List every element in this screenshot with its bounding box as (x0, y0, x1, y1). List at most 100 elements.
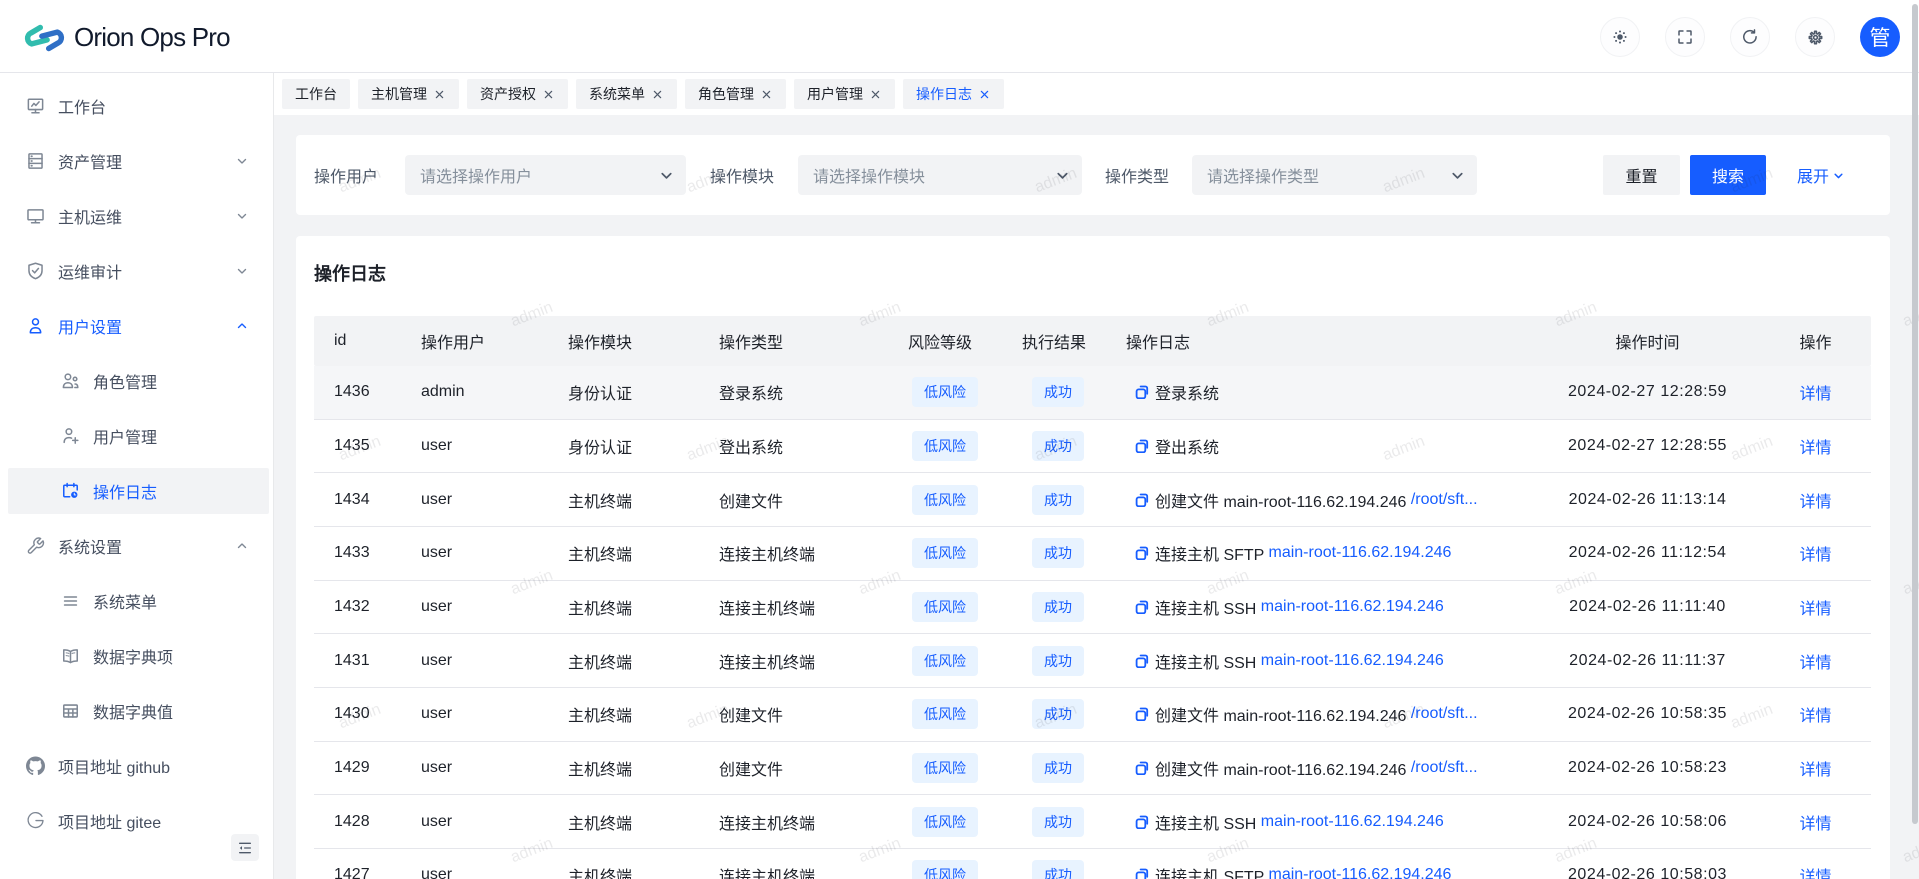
detail-link[interactable]: 详情 (1799, 762, 1831, 779)
tab-system-menu[interactable]: 系统菜单 (576, 79, 677, 109)
sidebar-item-system-menu[interactable]: 系统菜单 (8, 578, 269, 624)
detail-link[interactable]: 详情 (1799, 655, 1831, 672)
sidebar-item-host-ops[interactable]: 主机运维 (8, 193, 269, 239)
log-link[interactable]: /root/sft... (1411, 759, 1478, 777)
log-text: 登录系统 (1155, 380, 1219, 404)
copy-icon[interactable] (1135, 761, 1149, 775)
sidebar-item-system-settings[interactable]: 系统设置 (8, 523, 269, 569)
detail-link[interactable]: 详情 (1799, 494, 1831, 511)
github-icon (26, 757, 45, 776)
tab-operation-log[interactable]: 操作日志 (903, 79, 1004, 109)
close-icon[interactable] (650, 87, 664, 101)
table-row: 1428user主机终端连接主机终端低风险成功连接主机 SSH main-roo… (314, 795, 1871, 849)
cell-log: 创建文件 main-root-116.62.194.246 /root/sft.… (1106, 756, 1535, 780)
copy-icon[interactable] (1135, 546, 1149, 560)
sun-icon (1611, 28, 1629, 46)
cell-type: 创建文件 (699, 702, 888, 726)
settings-button[interactable] (1795, 17, 1835, 57)
cell-id: 1432 (314, 598, 401, 616)
tab-asset-auth[interactable]: 资产授权 (467, 79, 568, 109)
risk-badge: 低风险 (912, 485, 978, 515)
log-text: 连接主机 SFTP (1155, 541, 1269, 565)
tab-host-management[interactable]: 主机管理 (358, 79, 459, 109)
copy-icon[interactable] (1135, 654, 1149, 668)
cell-result: 成功 (1002, 646, 1106, 676)
log-link[interactable]: main-root-116.62.194.246 (1269, 544, 1452, 562)
close-icon[interactable] (759, 87, 773, 101)
theme-toggle-button[interactable] (1600, 17, 1640, 57)
sidebar-item-label: 运维审计 (58, 259, 122, 283)
close-icon[interactable] (868, 87, 882, 101)
tab-user-management[interactable]: 用户管理 (794, 79, 895, 109)
select-placeholder: 请选择操作用户 (420, 163, 532, 187)
search-button[interactable]: 搜索 (1690, 155, 1766, 195)
select-op-module[interactable]: 请选择操作模块 (798, 155, 1082, 195)
risk-badge: 低风险 (912, 807, 978, 837)
sidebar-collapse-button[interactable] (231, 834, 259, 861)
copy-icon[interactable] (1135, 439, 1149, 453)
detail-link[interactable]: 详情 (1799, 601, 1831, 618)
sidebar-item-dict-item[interactable]: 数据字典项 (8, 633, 269, 679)
sidebar-item-gitee-link[interactable]: 项目地址 gitee (8, 798, 269, 844)
detail-link[interactable]: 详情 (1799, 386, 1831, 403)
detail-link[interactable]: 详情 (1799, 708, 1831, 725)
table-card: 操作日志 id操作用户操作模块操作类型风险等级执行结果操作日志操作时间操作143… (296, 236, 1890, 879)
risk-badge: 低风险 (912, 592, 978, 622)
sidebar-item-operation-log[interactable]: 操作日志 (8, 468, 269, 514)
log-link[interactable]: /root/sft... (1411, 491, 1478, 509)
expand-toggle[interactable]: 展开 (1797, 135, 1846, 215)
log-link[interactable]: main-root-116.62.194.246 (1261, 813, 1444, 831)
cell-time: 2024-02-26 11:11:37 (1535, 652, 1760, 670)
log-link[interactable]: /root/sft... (1411, 705, 1478, 723)
log-link[interactable]: main-root-116.62.194.246 (1261, 652, 1444, 670)
select-op-user[interactable]: 请选择操作用户 (405, 155, 686, 195)
menu-icon (61, 592, 80, 611)
copy-icon[interactable] (1135, 707, 1149, 721)
copy-icon[interactable] (1135, 493, 1149, 507)
sidebar-item-dict-value[interactable]: 数据字典值 (8, 688, 269, 734)
table-row: 1429user主机终端创建文件低风险成功创建文件 main-root-116.… (314, 742, 1871, 796)
refresh-button[interactable] (1730, 17, 1770, 57)
copy-icon[interactable] (1135, 385, 1149, 399)
log-link[interactable]: main-root-116.62.194.246 (1269, 866, 1452, 879)
table-row: 1436admin身份认证登录系统低风险成功登录系统2024-02-27 12:… (314, 366, 1871, 420)
detail-link[interactable]: 详情 (1799, 816, 1831, 833)
close-icon[interactable] (541, 87, 555, 101)
close-icon[interactable] (977, 87, 991, 101)
fullscreen-button[interactable] (1665, 17, 1705, 57)
sidebar-item-ops-audit[interactable]: 运维审计 (8, 248, 269, 294)
column-header: id (314, 332, 401, 350)
book-icon (61, 647, 80, 666)
detail-link[interactable]: 详情 (1799, 869, 1831, 879)
copy-icon[interactable] (1135, 815, 1149, 829)
cell-module: 主机终端 (548, 541, 699, 565)
copy-icon[interactable] (1135, 600, 1149, 614)
tab-role-management[interactable]: 角色管理 (685, 79, 786, 109)
log-link[interactable]: main-root-116.62.194.246 (1261, 598, 1444, 616)
column-header: 操作 (1760, 329, 1871, 353)
cell-user: user (401, 759, 548, 777)
sidebar-item-workbench[interactable]: 工作台 (8, 83, 269, 129)
sidebar-item-user-management[interactable]: 用户管理 (8, 413, 269, 459)
scrollbar-thumb[interactable] (1912, 4, 1918, 824)
cell-log: 连接主机 SFTP main-root-116.62.194.246 (1106, 541, 1535, 565)
cell-result: 成功 (1002, 538, 1106, 568)
cell-result: 成功 (1002, 377, 1106, 407)
log-text: 创建文件 main-root-116.62.194.246 (1155, 756, 1411, 780)
reset-button[interactable]: 重置 (1603, 155, 1680, 195)
sidebar-item-role-management[interactable]: 角色管理 (8, 358, 269, 404)
sidebar-item-user-settings[interactable]: 用户设置 (8, 303, 269, 349)
tab-workbench[interactable]: 工作台 (282, 79, 350, 109)
detail-link[interactable]: 详情 (1799, 547, 1831, 564)
sidebar-item-github-link[interactable]: 项目地址 github (8, 743, 269, 789)
chevron-up-icon (235, 319, 249, 333)
select-op-type[interactable]: 请选择操作类型 (1192, 155, 1477, 195)
cell-result: 成功 (1002, 860, 1106, 879)
avatar[interactable]: 管 (1860, 17, 1900, 57)
detail-link[interactable]: 详情 (1799, 440, 1831, 457)
cell-id: 1434 (314, 491, 401, 509)
sidebar-item-asset-management[interactable]: 资产管理 (8, 138, 269, 184)
copy-icon[interactable] (1135, 868, 1149, 879)
close-icon[interactable] (432, 87, 446, 101)
cell-user: user (401, 813, 548, 831)
